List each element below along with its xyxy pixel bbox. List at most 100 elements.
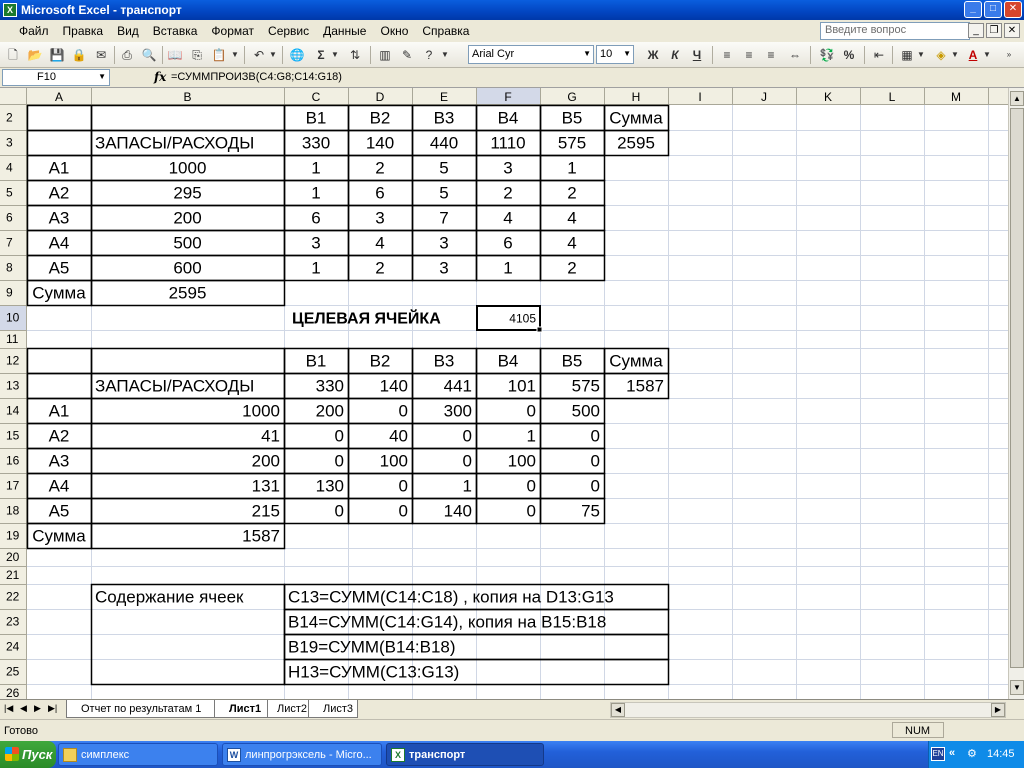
undo-dropdown-icon[interactable]: ▼ [268, 46, 278, 64]
menu-window[interactable]: Окно [373, 24, 415, 38]
fill-handle[interactable] [536, 326, 543, 333]
paste-dropdown-icon[interactable]: ▼ [230, 46, 240, 64]
cell-g15[interactable]: 0 [591, 427, 600, 446]
cell-b13[interactable]: ЗАПАСЫ/РАСХОДЫ [95, 377, 254, 396]
new-icon[interactable]: 🗋 [4, 46, 22, 64]
prev-sheet-icon[interactable]: ◀ [20, 703, 27, 714]
cell-h13[interactable]: 1587 [626, 377, 664, 396]
undo-icon[interactable]: ↶ [250, 46, 268, 64]
cell-f13[interactable]: 101 [508, 377, 536, 396]
cell-d14[interactable]: 0 [399, 402, 408, 421]
cell-e5[interactable]: 5 [439, 184, 448, 203]
row-header-2[interactable]: 2 [6, 111, 13, 125]
cell-f16[interactable]: 100 [508, 452, 536, 471]
cell-f17[interactable]: 0 [527, 477, 536, 496]
cell-b17[interactable]: 131 [252, 477, 280, 496]
cell-d5[interactable]: 6 [375, 184, 384, 203]
cell-c16[interactable]: 0 [335, 452, 344, 471]
ask-question-input[interactable]: Введите вопрос [820, 22, 970, 40]
scroll-up-icon[interactable]: ▲ [1010, 91, 1024, 106]
cell-f7[interactable]: 6 [503, 234, 512, 253]
formula-input[interactable]: =СУММПРОИЗВ(C4:G8;C14:G18) [171, 71, 342, 83]
bold-button[interactable]: Ж [644, 46, 662, 64]
column-header-c[interactable]: C [312, 90, 321, 104]
row-header-24[interactable]: 24 [6, 640, 20, 654]
font-name-dropdown-icon[interactable]: ▼ [583, 49, 591, 58]
minimize-button[interactable]: _ [964, 1, 982, 18]
cell-d2[interactable]: В2 [370, 109, 391, 128]
cell-b19[interactable]: 1587 [242, 527, 280, 546]
print-icon[interactable]: ⎙ [118, 46, 136, 64]
row-header-26[interactable]: 26 [6, 686, 20, 699]
cell-e18[interactable]: 140 [444, 502, 472, 521]
row-header-4[interactable]: 4 [6, 161, 13, 175]
row-header-19[interactable]: 19 [6, 529, 20, 543]
column-header-a[interactable]: A [55, 90, 63, 104]
row-header-8[interactable]: 8 [6, 261, 13, 275]
cell-h12[interactable]: Сумма [609, 352, 663, 371]
name-box[interactable]: F10 ▼ [2, 69, 110, 86]
cell-g16[interactable]: 0 [591, 452, 600, 471]
cell-g5[interactable]: 2 [567, 184, 576, 203]
cell-f8[interactable]: 1 [503, 259, 512, 278]
name-box-dropdown-icon[interactable]: ▼ [98, 72, 106, 81]
cell-c12[interactable]: В1 [306, 352, 327, 371]
font-color-icon[interactable]: A [964, 46, 982, 64]
cell-f6[interactable]: 4 [503, 209, 512, 228]
last-sheet-icon[interactable]: ▶| [48, 703, 57, 714]
cell-b8[interactable]: 600 [173, 259, 201, 278]
font-name-select[interactable]: Arial Cyr ▼ [468, 45, 594, 64]
cell-h2[interactable]: Сумма [609, 109, 663, 128]
cell-a8[interactable]: А5 [49, 259, 70, 278]
cell-e17[interactable]: 1 [463, 477, 472, 496]
font-color-dropdown-icon[interactable]: ▼ [982, 46, 992, 64]
cell-f4[interactable]: 3 [503, 159, 512, 178]
cell-b3[interactable]: ЗАПАСЫ/РАСХОДЫ [95, 134, 254, 153]
row-header-21[interactable]: 21 [6, 568, 20, 582]
start-button[interactable]: Пуск [0, 741, 56, 768]
sheet-tab-list3[interactable]: Лист3 [308, 700, 358, 718]
cell-d12[interactable]: В2 [370, 352, 391, 371]
cell-b22[interactable]: Содержание ячеек [95, 588, 244, 607]
row-header-9[interactable]: 9 [6, 286, 13, 300]
align-right-icon[interactable]: ≡ [762, 46, 780, 64]
hyperlink-icon[interactable]: 🌐 [288, 46, 306, 64]
fill-color-dropdown-icon[interactable]: ▼ [950, 46, 960, 64]
cell-a14[interactable]: А1 [49, 402, 70, 421]
cell-a5[interactable]: А2 [49, 184, 70, 203]
column-header-h[interactable]: H [632, 90, 641, 104]
cell-g3[interactable]: 575 [558, 134, 586, 153]
cell-c15[interactable]: 0 [335, 427, 344, 446]
cell-e6[interactable]: 7 [439, 209, 448, 228]
cell-e12[interactable]: В3 [434, 352, 455, 371]
print-preview-icon[interactable]: 🔍 [140, 46, 158, 64]
close-button[interactable]: ✕ [1004, 1, 1022, 18]
cell-d17[interactable]: 0 [399, 477, 408, 496]
cell-c22[interactable]: C13=СУММ(C14:C18) , копия на D13:G13 [288, 588, 614, 607]
drawing-icon[interactable]: ✎ [398, 46, 416, 64]
row-header-22[interactable]: 22 [6, 590, 20, 604]
cell-c8[interactable]: 1 [311, 259, 320, 278]
cell-c4[interactable]: 1 [311, 159, 320, 178]
menu-view[interactable]: Вид [110, 24, 146, 38]
cell-g13[interactable]: 575 [572, 377, 600, 396]
task-simplex[interactable]: симплекс [58, 743, 218, 766]
cell-d3[interactable]: 140 [366, 134, 394, 153]
row-header-17[interactable]: 17 [6, 479, 20, 493]
cell-b18[interactable]: 215 [252, 502, 280, 521]
decrease-indent-icon[interactable]: ⇤ [870, 46, 888, 64]
scroll-left-icon[interactable]: ◀ [611, 703, 625, 717]
cell-d15[interactable]: 40 [389, 427, 408, 446]
autosum-dropdown-icon[interactable]: ▼ [330, 46, 340, 64]
cell-e3[interactable]: 440 [430, 134, 458, 153]
row-header-20[interactable]: 20 [6, 550, 20, 564]
cell-e7[interactable]: 3 [439, 234, 448, 253]
cell-d4[interactable]: 2 [375, 159, 384, 178]
autosum-icon[interactable]: Σ [312, 46, 330, 64]
column-header-b[interactable]: B [183, 90, 191, 104]
cell-e2[interactable]: В3 [434, 109, 455, 128]
cell-a9[interactable]: Сумма [32, 284, 86, 303]
cell-g18[interactable]: 75 [581, 502, 600, 521]
cell-a17[interactable]: А4 [49, 477, 70, 496]
vertical-scroll-thumb[interactable] [1010, 108, 1024, 668]
